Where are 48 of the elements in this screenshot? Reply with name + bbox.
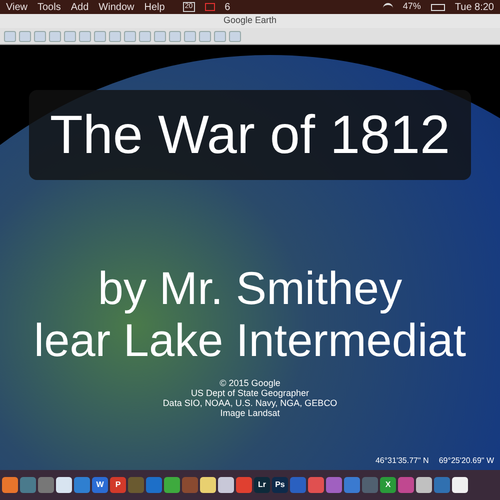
toolbar-button-icon[interactable] [49,30,61,42]
app-icon[interactable]: Lr [254,477,270,493]
menu-item[interactable]: Tools [38,0,61,14]
toolbar-button-icon[interactable] [124,30,136,42]
slide-text: lear Lake Intermediat [34,314,466,366]
toolbar-button-icon[interactable] [34,30,46,42]
clock[interactable]: Tue 8:20 [454,0,494,14]
toolbar-button-icon[interactable] [184,30,196,42]
toolbar-button-icon[interactable] [19,30,31,42]
app-icon[interactable]: Ps [272,477,288,493]
coordinate-text: 69°25'20.69" W [438,455,494,467]
toolbar-button-icon[interactable] [109,30,121,42]
menu-item[interactable]: View [6,0,28,14]
menu-item[interactable]: Add [70,0,89,14]
battery-icon[interactable] [430,4,445,10]
toolbar-button-icon[interactable] [154,30,166,42]
app-icon[interactable] [416,477,432,493]
menu-item[interactable]: Window [98,0,134,14]
toolbar-button-icon[interactable] [79,30,91,42]
slide-title: The War of 1812 [50,104,450,166]
app-icon[interactable] [2,477,18,493]
attribution-text: Data SIO, NOAA, U.S. Navy, NGA, GEBCO [162,398,338,408]
attribution-text: Image Landsat [220,408,280,418]
app-icon[interactable] [164,477,180,493]
toolbar-button-icon[interactable] [94,30,106,42]
toolbar-button-icon[interactable] [214,30,226,42]
toolbar-button-icon[interactable] [64,30,76,42]
slide-text: by Mr. Smithey [98,262,402,314]
coordinate-text: 46°31'35.77" N [375,455,429,467]
app-icon[interactable] [218,477,234,493]
toolbar-button-icon[interactable] [229,30,241,42]
app-icon[interactable]: W [92,477,108,493]
toolbar-button-icon[interactable] [4,30,16,42]
toolbar-button-icon[interactable] [169,30,181,42]
toolbar-button-icon[interactable] [139,30,151,42]
window-title: Google Earth [223,14,277,28]
attribution-text: © 2015 Google [220,378,280,388]
app-icon[interactable] [56,477,72,493]
toolbar-button-icon[interactable] [199,30,211,42]
attribution-text: US Dept of State Geographer [190,388,310,398]
app-icon[interactable]: X [380,477,396,493]
app-icon[interactable] [452,477,468,493]
mail-icon[interactable] [204,3,215,11]
mail-count: 6 [224,0,230,14]
app-icon[interactable]: P [110,477,126,493]
app-icon[interactable] [200,477,216,493]
battery-percent: 47% [402,0,421,14]
menu-item[interactable]: Help [144,0,165,14]
